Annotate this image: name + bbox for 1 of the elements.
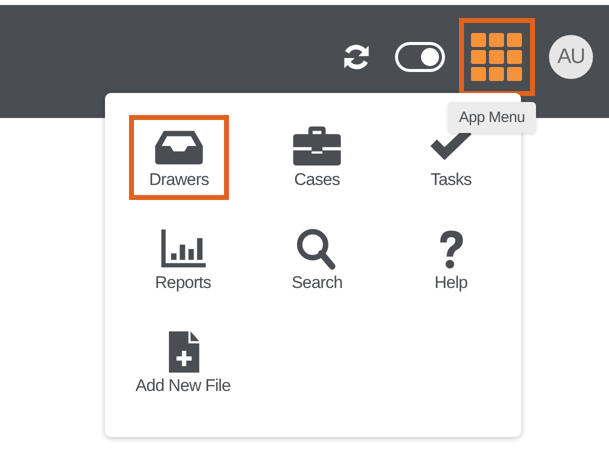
tooltip: App Menu — [448, 102, 536, 133]
